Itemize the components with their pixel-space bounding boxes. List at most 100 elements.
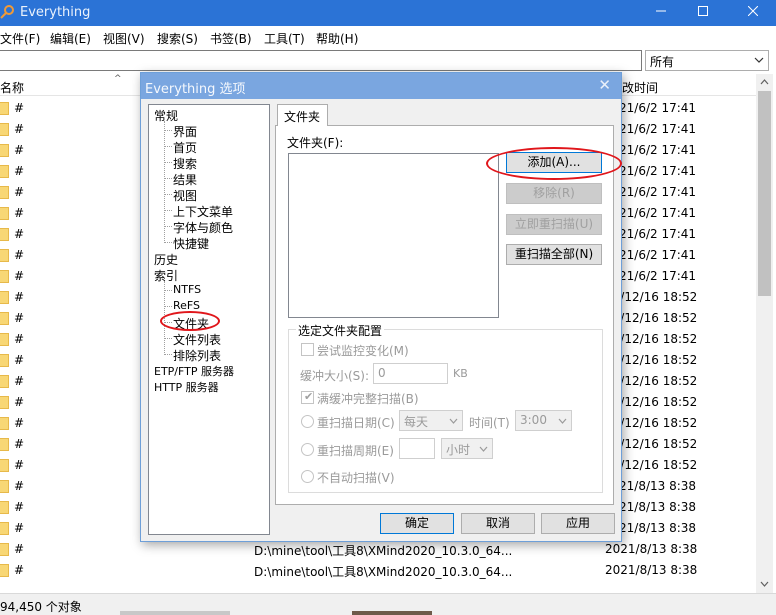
maximize-icon [698, 6, 708, 16]
folder-icon [0, 102, 9, 115]
scrollbar-thumb[interactable] [758, 91, 771, 296]
filter-select-value: 所有 [650, 55, 675, 69]
tree-item-folders[interactable]: 文件夹 [173, 315, 209, 332]
rescan-period-unit-dropdown[interactable]: 小时 [441, 438, 493, 459]
menu-help[interactable]: 帮助(H) [316, 30, 358, 47]
row-modified-date: 21/8/13 8:38 [619, 500, 697, 514]
remove-folder-button[interactable]: 移除(R) [506, 183, 602, 204]
cancel-button[interactable]: 取消 [461, 513, 535, 534]
menu-bar: 文件(F) 编辑(E) 视图(V) 搜索(S) 书签(B) 工具(T) 帮助(H… [0, 26, 776, 48]
selected-folder-config-group: 选定文件夹配置 尝试监控变化(M) 缓冲大小(S): 0 KB ✔ 满缓冲完整扫… [288, 322, 603, 493]
buffer-unit-label: KB [453, 367, 468, 380]
folder-icon [0, 165, 9, 178]
filter-select[interactable]: 所有 [645, 50, 769, 71]
scroll-up-icon[interactable] [760, 78, 769, 87]
dialog-titlebar: Everything 选项 ✕ [141, 73, 621, 99]
close-icon [747, 5, 759, 17]
rescan-now-button[interactable]: 立即重扫描(U) [506, 214, 602, 235]
row-name: # [14, 458, 25, 472]
tree-item-shortcuts[interactable]: 快捷键 [173, 235, 209, 252]
folder-icon [0, 333, 9, 346]
menu-edit[interactable]: 编辑(E) [50, 30, 91, 47]
tree-item-ntfs[interactable]: NTFS [173, 283, 201, 296]
folder-icon [0, 417, 9, 430]
ok-button[interactable]: 确定 [380, 513, 454, 534]
tree-item-index[interactable]: 索引 [154, 267, 178, 284]
folder-icon [0, 270, 9, 283]
tree-item-exclude-lists[interactable]: 排除列表 [173, 347, 221, 364]
tree-item-view[interactable]: 视图 [173, 187, 197, 204]
no-auto-scan-radio[interactable] [301, 470, 314, 483]
menu-search[interactable]: 搜索(S) [157, 30, 198, 47]
tree-item-refs[interactable]: ReFS [173, 299, 200, 312]
apply-button[interactable]: 应用 [541, 513, 615, 534]
search-input[interactable] [0, 50, 642, 71]
row-path: D:\mine\tool\工具8\XMind2020_10.3.0_64... [254, 565, 513, 579]
tab-folders[interactable]: 文件夹 [277, 104, 328, 126]
everything-logo-icon [0, 5, 14, 19]
row-name: # [14, 563, 25, 577]
rescan-daily-label: 重扫描日期(C) [317, 416, 395, 430]
rescan-all-button[interactable]: 重扫描全部(N) [506, 244, 602, 265]
tree-item-general[interactable]: 常规 [154, 107, 178, 124]
tree-item-etp-ftp-server[interactable]: ETP/FTP 服务器 [154, 363, 234, 379]
folder-icon [0, 501, 9, 514]
full-rescan-label: 满缓冲完整扫描(B) [317, 392, 419, 406]
scroll-down-icon[interactable] [760, 579, 769, 588]
minimize-button[interactable] [638, 0, 684, 26]
rescan-day-dropdown[interactable]: 每天 [399, 410, 463, 431]
tree-item-home[interactable]: 首页 [173, 139, 197, 156]
tree-item-history[interactable]: 历史 [154, 251, 178, 268]
rescan-time-value: 3:00 [520, 413, 547, 427]
row-name: # [14, 101, 25, 115]
window-title: Everything [20, 5, 91, 20]
folder-icon [0, 354, 9, 367]
rescan-period-label: 重扫描周期(E) [317, 444, 394, 458]
tree-item-fonts-colors[interactable]: 字体与颜色 [173, 219, 233, 236]
group-title: 选定文件夹配置 [296, 322, 385, 339]
dialog-close-icon[interactable]: ✕ [598, 76, 611, 94]
full-rescan-checkbox[interactable]: ✔ [301, 390, 314, 404]
buffer-size-input[interactable]: 0 [373, 363, 448, 384]
row-name: # [14, 437, 25, 451]
close-button[interactable] [730, 0, 776, 26]
folder-icon [0, 207, 9, 220]
row-name: # [14, 479, 25, 493]
tree-item-interface[interactable]: 界面 [173, 123, 197, 140]
menu-tools[interactable]: 工具(T) [264, 30, 305, 47]
tree-item-context-menu[interactable]: 上下文菜单 [173, 203, 233, 220]
tree-item-results[interactable]: 结果 [173, 171, 197, 188]
folder-icon [0, 291, 9, 304]
rescan-time-dropdown[interactable]: 3:00 [515, 410, 572, 431]
row-name: # [14, 206, 25, 220]
row-name: # [14, 416, 25, 430]
menu-file[interactable]: 文件(F) [0, 30, 40, 47]
monitor-changes-checkbox[interactable] [301, 343, 314, 356]
vertical-scrollbar[interactable] [756, 74, 773, 593]
menu-view[interactable]: 视图(V) [103, 30, 145, 47]
folders-listbox[interactable] [288, 153, 499, 318]
maximize-button[interactable] [680, 0, 726, 26]
row-path: D:\mine\tool\工具8\XMind2020_10.3.0_64... [254, 544, 513, 558]
table-row[interactable]: # D:\mine\tool\工具8\XMind2020_10.3.0_64...… [0, 539, 756, 560]
rescan-period-radio[interactable] [301, 443, 314, 456]
tree-item-file-lists[interactable]: 文件列表 [173, 331, 221, 348]
row-modified-date: 2021/8/13 8:38 [605, 563, 698, 577]
taskbar-fragment-2 [352, 611, 432, 615]
folder-icon [0, 522, 9, 535]
rescan-period-input[interactable] [399, 438, 435, 459]
column-header-name[interactable]: 名称 [0, 79, 24, 96]
chevron-down-icon [479, 446, 488, 452]
table-row[interactable]: # D:\mine\tool\工具8\XMind2020_10.3.0_64...… [0, 560, 756, 581]
menu-bookmarks[interactable]: 书签(B) [210, 30, 252, 47]
column-header-date[interactable]: 改时间 [622, 79, 658, 96]
rescan-day-value: 每天 [404, 415, 429, 429]
row-name: # [14, 269, 25, 283]
row-name: # [14, 521, 25, 535]
tree-item-http-server[interactable]: HTTP 服务器 [154, 379, 219, 395]
row-name: # [14, 353, 25, 367]
add-folder-button[interactable]: 添加(A)... [506, 152, 602, 173]
options-dialog: Everything 选项 ✕ 常规 界面 首页 搜索 结果 视图 上下文菜单 … [140, 72, 622, 542]
tree-item-search[interactable]: 搜索 [173, 155, 197, 172]
rescan-daily-radio[interactable] [301, 415, 314, 428]
